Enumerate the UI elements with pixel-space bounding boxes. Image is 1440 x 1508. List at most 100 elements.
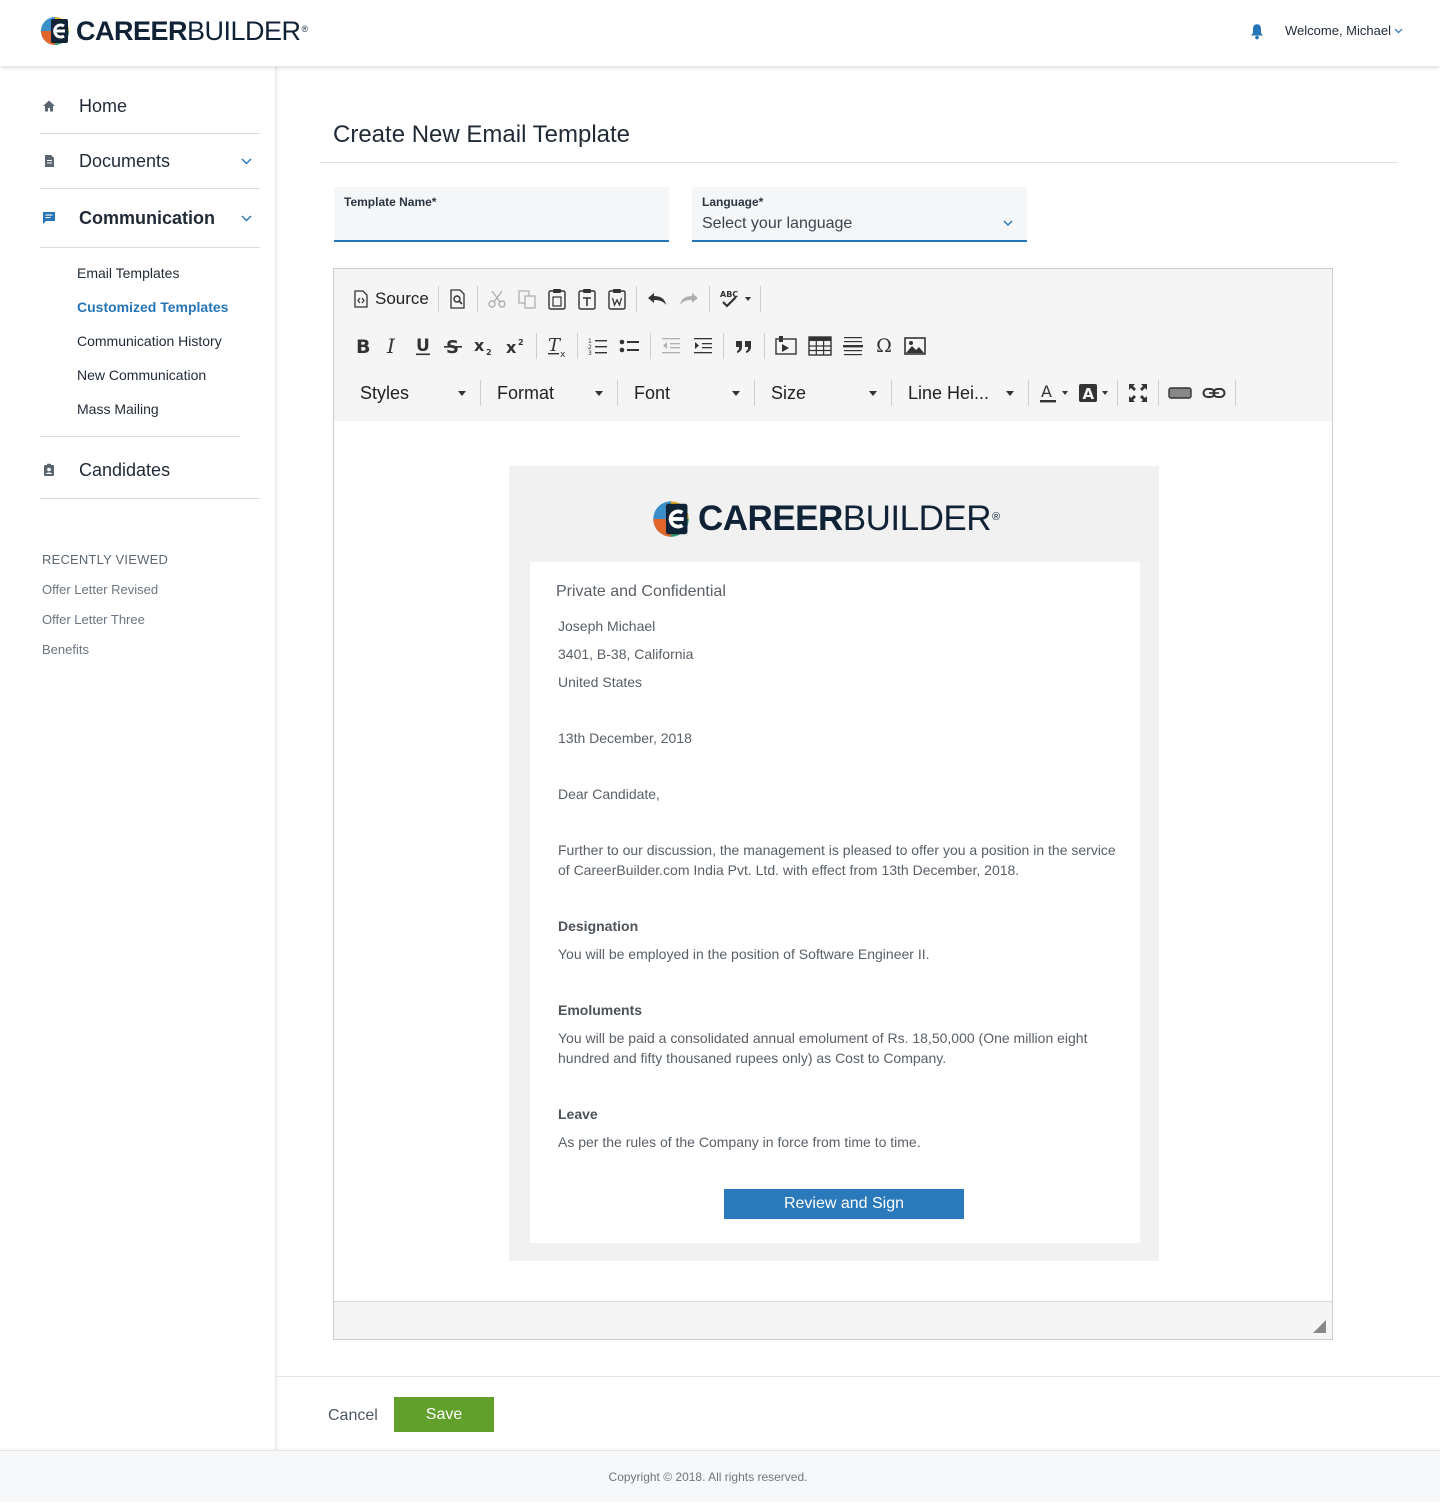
text-color-icon: A	[1040, 382, 1056, 403]
redo-button[interactable]	[673, 284, 705, 314]
horizontal-rule-button[interactable]	[837, 331, 869, 361]
underline-button[interactable]: U	[408, 331, 438, 361]
blockquote-button[interactable]	[728, 331, 760, 361]
sidebar-item-documents[interactable]: Documents	[40, 148, 260, 174]
background-color-button[interactable]: A	[1073, 378, 1113, 408]
subnav-mass-mailing[interactable]: Mass Mailing	[77, 401, 159, 417]
toolbar-separator	[480, 380, 481, 406]
subnav-communication-history[interactable]: Communication History	[77, 333, 222, 349]
paste-icon	[548, 289, 566, 310]
emoluments-heading: Emoluments	[558, 1002, 643, 1018]
undo-button[interactable]	[641, 284, 673, 314]
toolbar-row-3: Styles Format Font Size Line Hei... A A	[348, 373, 1240, 413]
recent-item[interactable]: Benefits	[42, 642, 89, 657]
image-button[interactable]	[899, 331, 931, 361]
cancel-button[interactable]: Cancel	[328, 1407, 378, 1425]
email-intro: Further to our discussion, the managemen…	[558, 842, 1116, 878]
italic-button[interactable]: I	[378, 331, 408, 361]
brand-wordmark: CAREERBUILDER®	[698, 499, 1000, 538]
outdent-button[interactable]	[655, 331, 687, 361]
paste-text-button[interactable]	[572, 284, 602, 314]
sidebar-item-label: Home	[79, 95, 128, 116]
maximize-button[interactable]	[1122, 378, 1154, 408]
strikethrough-icon: S	[444, 337, 462, 356]
bell-icon[interactable]	[1249, 23, 1265, 40]
subscript-button[interactable]: x2	[468, 331, 500, 361]
copy-button[interactable]	[512, 284, 542, 314]
recently-viewed-title: RECENTLY VIEWED	[42, 552, 169, 567]
leave-text: As per the rules of the Company in force…	[558, 1134, 921, 1150]
cut-button[interactable]	[482, 284, 512, 314]
sidebar-item-label: Candidates	[79, 459, 171, 480]
toolbar-separator	[1158, 380, 1159, 406]
preview-button[interactable]	[443, 284, 473, 314]
quote-icon	[736, 341, 751, 353]
review-and-sign-button[interactable]: Review and Sign	[724, 1189, 964, 1219]
italic-icon: I	[386, 336, 396, 356]
table-icon	[808, 336, 832, 356]
emoluments-text: You will be paid a consolidated annual e…	[558, 1030, 1088, 1066]
size-dropdown[interactable]: Size	[759, 378, 887, 408]
save-button[interactable]: Save	[394, 1397, 494, 1432]
editor-status-bar	[334, 1301, 1332, 1339]
source-button[interactable]: Source	[348, 284, 434, 314]
subnav-customized-templates[interactable]: Customized Templates	[77, 299, 228, 315]
template-name-label: Template Name*	[344, 195, 437, 209]
careerbuilder-logo[interactable]: CAREERBUILDER®	[40, 16, 308, 46]
template-name-input[interactable]	[344, 215, 644, 233]
strikethrough-button[interactable]: S	[438, 331, 468, 361]
sidebar-item-communication[interactable]: Communication	[40, 205, 260, 231]
careerbuilder-logo-icon	[653, 501, 689, 537]
styles-dropdown[interactable]: Styles	[348, 378, 476, 408]
sidebar-divider	[40, 498, 260, 499]
welcome-label: Welcome, Michael	[1285, 23, 1391, 38]
scissors-icon	[488, 290, 506, 308]
recent-item[interactable]: Offer Letter Three	[42, 612, 145, 627]
careerbuilder-logo-icon	[41, 17, 69, 45]
subnav-new-communication[interactable]: New Communication	[77, 367, 206, 383]
sidebar-item-home[interactable]: Home	[40, 93, 260, 119]
language-select[interactable]: Language* Select your language	[692, 187, 1027, 242]
recent-item[interactable]: Offer Letter Revised	[42, 582, 158, 597]
indent-button[interactable]	[687, 331, 719, 361]
user-menu[interactable]: Welcome, Michael	[1285, 23, 1403, 38]
spellcheck-button[interactable]: ABC	[714, 284, 756, 314]
paste-button[interactable]	[542, 284, 572, 314]
remove-format-button[interactable]: Tx	[541, 331, 573, 361]
font-dropdown[interactable]: Font	[622, 378, 750, 408]
sidebar-divider	[40, 133, 260, 134]
paste-word-icon	[608, 289, 626, 310]
media-embed-button[interactable]	[769, 331, 803, 361]
toolbar-separator	[577, 333, 578, 359]
line-height-dropdown[interactable]: Line Hei...	[896, 378, 1024, 408]
resize-handle-icon[interactable]	[1313, 1320, 1326, 1333]
table-button[interactable]	[803, 331, 837, 361]
numbered-list-button[interactable]: 123	[582, 331, 614, 361]
template-name-field[interactable]: Template Name*	[334, 187, 669, 242]
toolbar-separator	[536, 333, 537, 359]
email-recipient-name: Joseph Michael	[558, 618, 656, 634]
chevron-down-icon	[1003, 220, 1013, 226]
bulleted-list-button[interactable]	[614, 331, 646, 361]
outdent-icon	[662, 338, 680, 354]
toolbar-separator	[476, 286, 478, 312]
toolbar-separator	[1117, 380, 1118, 406]
toolbar-separator	[617, 380, 618, 406]
format-dropdown[interactable]: Format	[485, 378, 613, 408]
underline-icon: U	[416, 336, 430, 356]
svg-text:x: x	[474, 336, 485, 355]
bold-button[interactable]: B	[348, 331, 378, 361]
media-icon	[775, 336, 797, 355]
svg-text:x: x	[560, 350, 566, 357]
editor-content-area[interactable]: CAREERBUILDER® Private and Confidential …	[334, 421, 1332, 1301]
link-button[interactable]	[1197, 378, 1231, 408]
sidebar-item-candidates[interactable]: Candidates	[40, 457, 260, 483]
paste-word-button[interactable]	[602, 284, 632, 314]
subnav-email-templates[interactable]: Email Templates	[77, 265, 179, 281]
button-widget-button[interactable]	[1163, 378, 1197, 408]
text-color-button[interactable]: A	[1033, 378, 1073, 408]
toolbar-separator	[764, 333, 765, 359]
preview-icon	[450, 289, 465, 309]
superscript-button[interactable]: x2	[500, 331, 532, 361]
special-char-button[interactable]: Ω	[869, 331, 899, 361]
